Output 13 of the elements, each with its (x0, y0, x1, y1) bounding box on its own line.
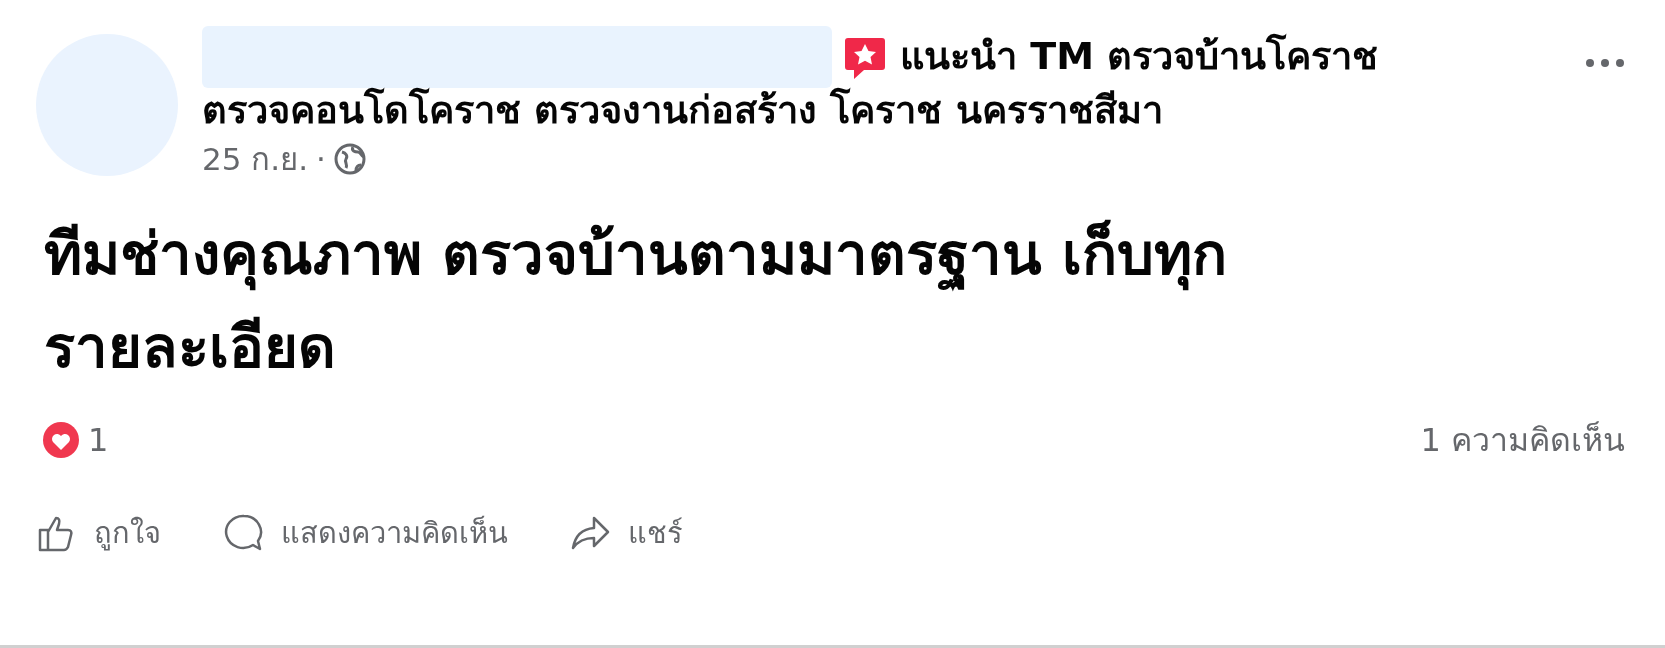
more-icon[interactable] (1585, 58, 1625, 68)
comment-count[interactable]: 1 ความคิดเห็น (1420, 415, 1625, 464)
action-button[interactable]: ถูกใจ (36, 511, 161, 556)
page-subtitle: ตรวจคอนโดโคราช ตรวจงานก่อสร้าง โคราช นครราชสีมา (202, 88, 1164, 134)
post-date[interactable]: 25 ก.ย. (202, 135, 308, 183)
globe-icon (333, 142, 366, 175)
separator: · (316, 139, 326, 179)
action-button[interactable]: แชร์ (570, 511, 683, 556)
action-button[interactable]: แสดงความคิดเห็น (223, 511, 508, 556)
heart-reaction-icon (42, 420, 80, 459)
reaction-count[interactable]: 1 (88, 415, 109, 464)
post-text: ทีมช่างคุณภาพ ตรวจบ้านตามมาตรฐาน เก็บทุก รายละเอียด (43, 218, 1229, 383)
page-label[interactable]: แนะนำ TM ตรวจบ้านโคราช (900, 34, 1379, 80)
